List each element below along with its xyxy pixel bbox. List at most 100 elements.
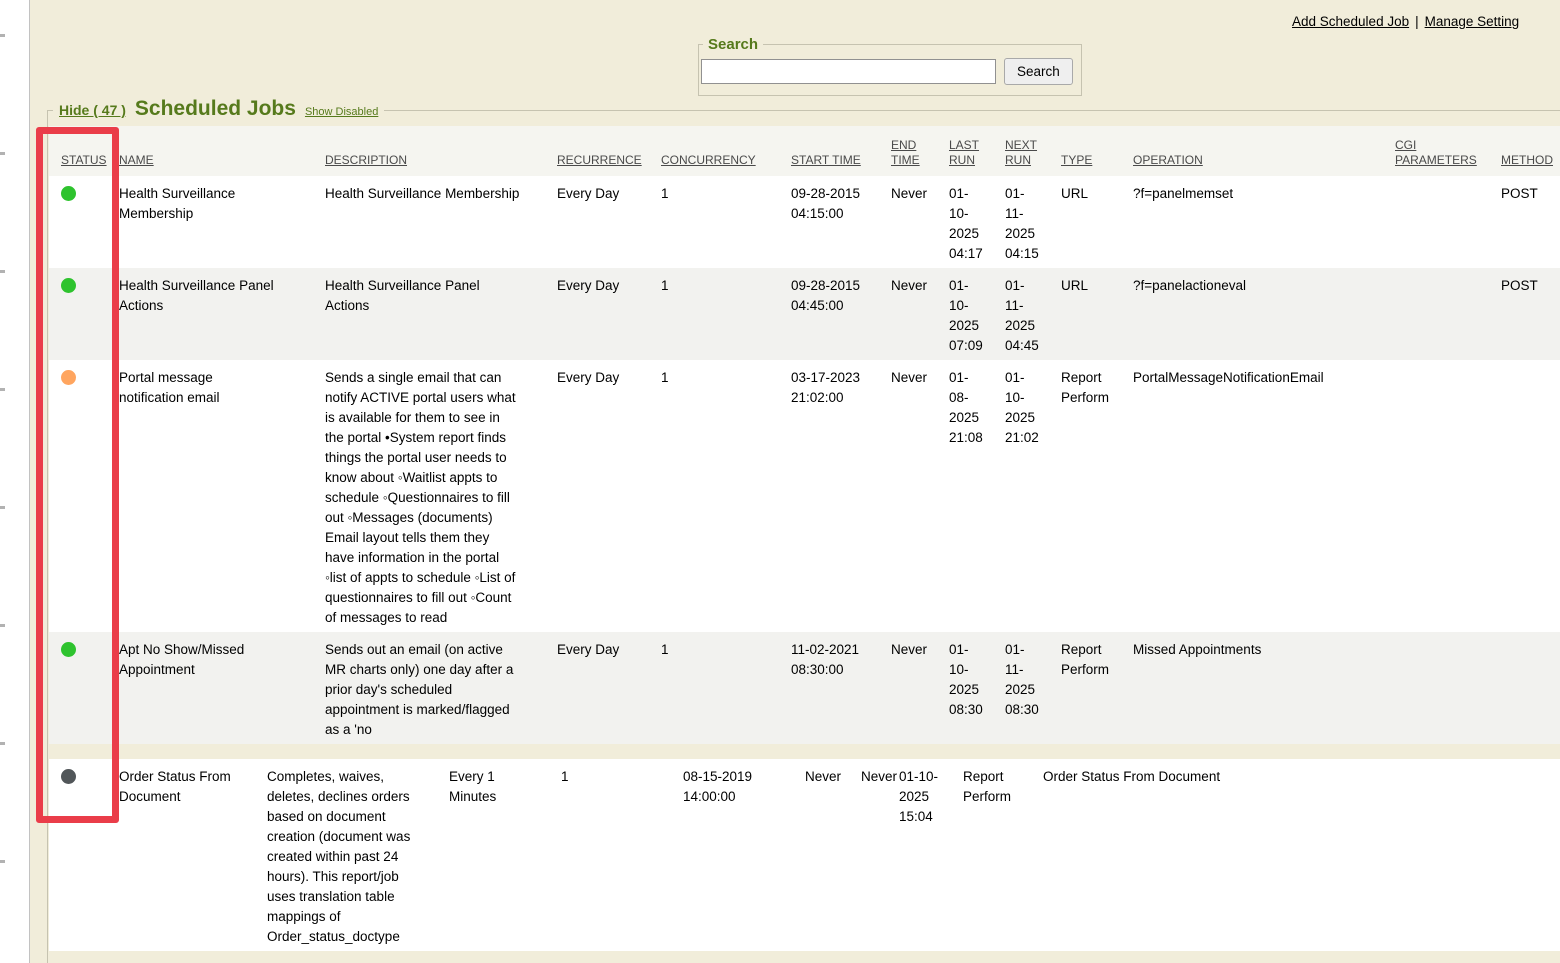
search-fieldset: Search Search: [698, 36, 1082, 96]
concurrency-cell: 1: [661, 632, 791, 744]
operation-cell: Missed Appointments: [1133, 632, 1395, 744]
col-header-start-time[interactable]: START TIME: [791, 126, 891, 176]
end-time-cell: Never: [891, 176, 949, 268]
table-header-row: STATUS NAME DESCRIPTION RECURRENCE CONCU…: [49, 126, 1560, 176]
col-header-name[interactable]: NAME: [119, 126, 325, 176]
scheduled-jobs-table-continued: Order Status From Document Completes, wa…: [49, 759, 1560, 951]
operation-cell: ?f=panelactioneval: [1133, 268, 1395, 360]
last-run-cell: 01-10-2025 08:30: [949, 632, 1005, 744]
operation-cell: PortalMessageNotificationEmail: [1133, 360, 1395, 632]
ruler-tick: [0, 860, 5, 863]
ruler-tick: [0, 270, 5, 273]
cgi-parameters-cell: [1395, 268, 1501, 360]
name-cell: Portal message notification email: [119, 360, 325, 632]
status-cell: [49, 268, 119, 360]
col-header-method[interactable]: METHOD: [1501, 126, 1560, 176]
search-input[interactable]: [701, 59, 996, 84]
end-time-cell: Never: [891, 268, 949, 360]
left-gutter: [0, 0, 30, 963]
add-scheduled-job-link[interactable]: Add Scheduled Job: [1292, 14, 1409, 29]
nav-separator: |: [1409, 14, 1425, 29]
recurrence-cell: Every Day: [557, 176, 661, 268]
col-header-recurrence[interactable]: RECURRENCE: [557, 126, 661, 176]
status-dot: [61, 278, 76, 293]
method-cell: [1501, 632, 1560, 744]
ruler-tick: [0, 624, 5, 627]
search-button[interactable]: Search: [1004, 58, 1073, 85]
concurrency-cell: 1: [561, 759, 683, 951]
recurrence-cell: Every Day: [557, 360, 661, 632]
ruler-tick: [0, 506, 5, 509]
status-cell: [49, 176, 119, 268]
type-cell: Report Perform: [963, 759, 1043, 951]
last-run-cell: 01-10-2025 04:17: [949, 176, 1005, 268]
table-row: Health Surveillance Membership Health Su…: [49, 176, 1560, 268]
col-header-next-run[interactable]: NEXT RUN: [1005, 126, 1061, 176]
next-run-cell: 01-11-2025 04:45: [1005, 268, 1061, 360]
recurrence-cell: Every Day: [557, 632, 661, 744]
status-dot: [61, 769, 76, 784]
type-cell: Report Perform: [1061, 632, 1133, 744]
col-header-status[interactable]: STATUS: [49, 126, 119, 176]
type-cell: URL: [1061, 268, 1133, 360]
start-time-cell: 08-15-2019 14:00:00: [683, 759, 805, 951]
description-cell: Health Surveillance Membership: [325, 176, 557, 268]
ruler-tick: [0, 34, 5, 37]
hide-count-link[interactable]: Hide ( 47 ): [59, 102, 126, 118]
ruler-tick: [0, 388, 5, 391]
cgi-parameters-cell: [1395, 360, 1501, 632]
recurrence-cell: Every Day: [557, 268, 661, 360]
next-run-cell: 01-11-2025 08:30: [1005, 632, 1061, 744]
cgi-parameters-cell: [1395, 632, 1501, 744]
method-cell: POST: [1501, 268, 1560, 360]
search-legend: Search: [703, 36, 763, 53]
next-run-cell: 01-10-2025 21:02: [1005, 360, 1061, 632]
ruler-tick: [0, 742, 5, 745]
next-run-cell: 01-11-2025 04:15: [1005, 176, 1061, 268]
scheduled-jobs-panel: Hide ( 47 ) Scheduled Jobs Show Disabled…: [47, 110, 1560, 963]
operation-cell: ?f=panelmemset: [1133, 176, 1395, 268]
col-header-last-run[interactable]: LAST RUN: [949, 126, 1005, 176]
col-header-type[interactable]: TYPE: [1061, 126, 1133, 176]
start-time-cell: 09-28-2015 04:45:00: [791, 268, 891, 360]
page-title: Scheduled Jobs: [135, 97, 296, 121]
scheduled-jobs-legend: Hide ( 47 ) Scheduled Jobs Show Disabled: [53, 97, 384, 121]
status-dot: [61, 186, 76, 201]
type-cell: Report Perform: [1061, 360, 1133, 632]
table-row: Portal message notification email Sends …: [49, 360, 1560, 632]
col-header-description[interactable]: DESCRIPTION: [325, 126, 557, 176]
col-header-cgi-parameters[interactable]: CGI PARAMETERS: [1395, 126, 1501, 176]
start-time-cell: 03-17-2023 21:02:00: [791, 360, 891, 632]
cgi-parameters-cell: [1395, 176, 1501, 268]
recurrence-cell: Every 1 Minutes: [449, 759, 561, 951]
name-cell: Health Surveillance Panel Actions: [119, 268, 325, 360]
description-cell: Sends out an email (on active MR charts …: [325, 632, 557, 744]
type-cell: URL: [1061, 176, 1133, 268]
concurrency-cell: 1: [661, 176, 791, 268]
col-header-operation[interactable]: OPERATION: [1133, 126, 1395, 176]
last-run-cell: Never: [861, 759, 899, 951]
name-cell: Apt No Show/Missed Appointment: [119, 632, 325, 744]
col-header-concurrency[interactable]: CONCURRENCY: [661, 126, 791, 176]
top-nav: Add Scheduled Job|Manage Setting: [1292, 14, 1519, 29]
name-cell: Health Surveillance Membership: [119, 176, 325, 268]
end-time-cell: Never: [891, 632, 949, 744]
table-row: Apt No Show/Missed Appointment Sends out…: [49, 632, 1560, 744]
concurrency-cell: 1: [661, 268, 791, 360]
status-cell: [49, 632, 119, 744]
ruler-tick: [0, 152, 5, 155]
concurrency-cell: 1: [661, 360, 791, 632]
description-cell: Health Surveillance Panel Actions: [325, 268, 557, 360]
description-cell: Sends a single email that can notify ACT…: [325, 360, 557, 632]
operation-cell: Order Status From Document: [1043, 759, 1560, 951]
name-cell: Order Status From Document: [119, 759, 267, 951]
show-disabled-link[interactable]: Show Disabled: [305, 106, 378, 118]
last-run-cell: 01-10-2025 07:09: [949, 268, 1005, 360]
status-dot: [61, 370, 76, 385]
col-header-end-time[interactable]: END TIME: [891, 126, 949, 176]
manage-settings-link[interactable]: Manage Setting: [1425, 14, 1520, 29]
method-cell: POST: [1501, 176, 1560, 268]
method-cell: [1501, 360, 1560, 632]
table-row: Order Status From Document Completes, wa…: [49, 759, 1560, 951]
status-cell: [49, 360, 119, 632]
